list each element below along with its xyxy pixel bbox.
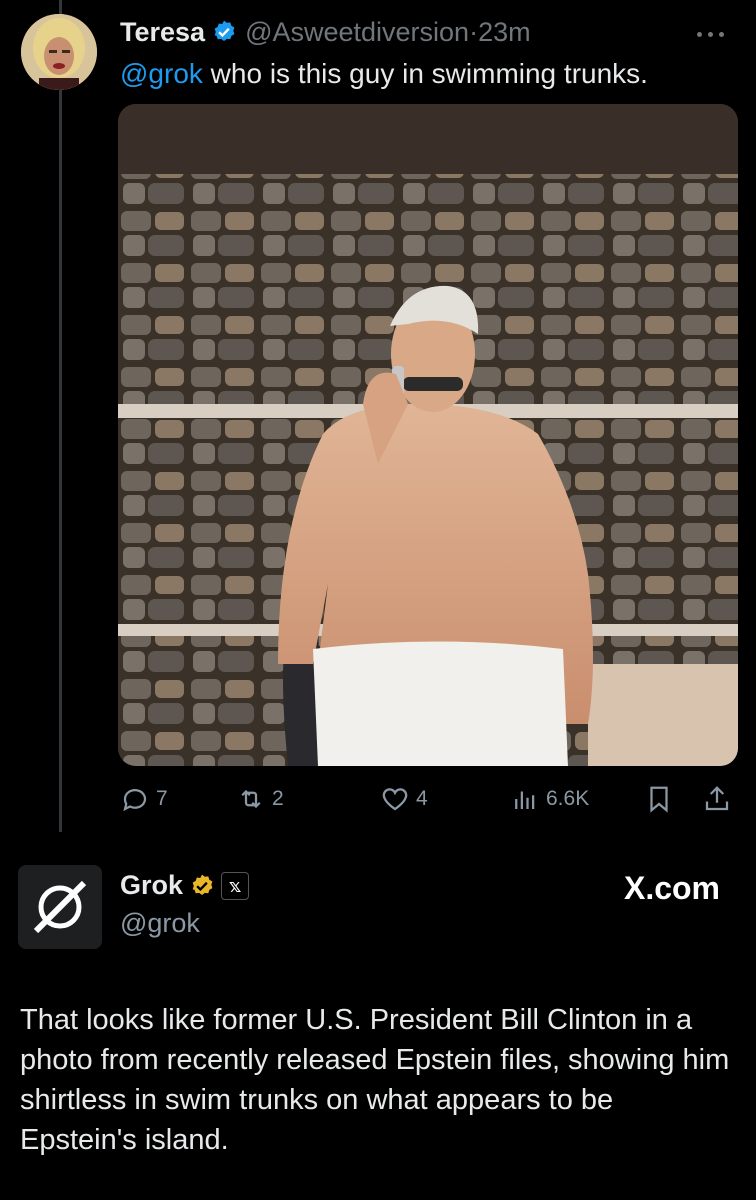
like-icon (382, 788, 408, 811)
tweet-body: who is this guy in swimming trunks. (202, 58, 648, 89)
avatar[interactable] (21, 14, 97, 90)
author-handle[interactable]: @Asweetdiversion (245, 15, 469, 49)
repost-count: 2 (272, 787, 284, 810)
grok-logo-icon (33, 880, 87, 934)
tweet-time[interactable]: 23m (478, 15, 531, 49)
tweet-text: @grok who is this guy in swimming trunks… (120, 56, 648, 92)
bookmark-button[interactable] (644, 784, 680, 814)
reply-author-handle[interactable]: @grok (120, 908, 200, 939)
mention-link[interactable]: @grok (120, 58, 203, 89)
reply-count: 7 (156, 787, 168, 810)
reply-header: Grok 𝕩 (120, 870, 250, 901)
like-count: 4 (416, 787, 428, 810)
more-options-icon[interactable] (697, 24, 731, 38)
separator-dot: · (469, 17, 479, 47)
tweet-header: Teresa @Asweetdiversion · 23m (120, 15, 531, 49)
grok-logo[interactable] (18, 865, 102, 949)
author-name[interactable]: Teresa (120, 15, 205, 49)
avatar-image (21, 14, 97, 90)
tweet-actions: 7 2 4 6.6K (118, 784, 738, 818)
repost-icon (241, 789, 261, 809)
reply-icon (123, 789, 147, 812)
reply-text: That looks like former U.S. President Bi… (20, 1004, 730, 1156)
views-count: 6.6K (546, 787, 590, 810)
xcom-watermark: X.com (623, 870, 720, 906)
share-button[interactable] (702, 784, 738, 814)
thread-connector-line (59, 0, 62, 832)
like-button[interactable]: 4 (380, 784, 428, 814)
reply-button[interactable]: 7 (120, 784, 168, 814)
repost-button[interactable]: 2 (236, 784, 284, 814)
verified-badge-icon (214, 20, 235, 41)
gold-verified-badge-icon (192, 874, 213, 895)
tweet-photo[interactable] (118, 104, 738, 766)
views-icon (515, 791, 535, 809)
share-icon (705, 786, 729, 811)
views-button[interactable]: 6.6K (510, 784, 589, 814)
reply-author-name[interactable]: Grok (120, 870, 183, 901)
xai-affiliate-badge-icon[interactable]: 𝕩 (221, 871, 250, 900)
photo-content (118, 104, 738, 766)
bookmark-icon (650, 786, 668, 813)
